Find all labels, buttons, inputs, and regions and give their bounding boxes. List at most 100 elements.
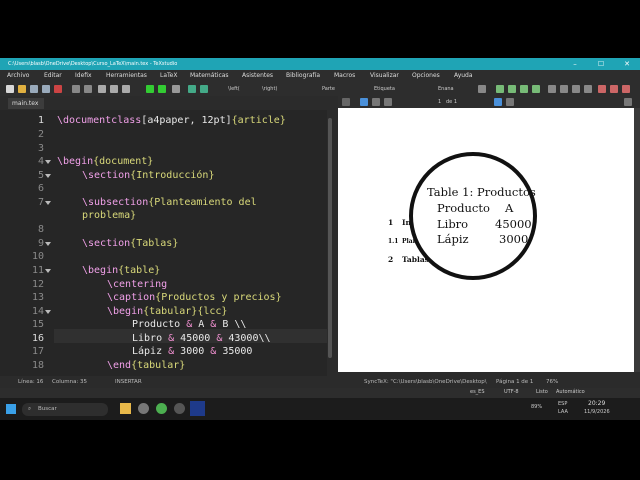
taskbar-app-icon[interactable] bbox=[138, 403, 149, 414]
menu-herramientas[interactable]: Herramientas bbox=[106, 70, 147, 82]
code-line-9: \section{Tablas} bbox=[82, 238, 179, 249]
pdf-toolbar: 1 de 1 bbox=[338, 96, 640, 108]
math-icon[interactable] bbox=[598, 85, 606, 93]
keyboard-language[interactable]: ESP bbox=[558, 401, 567, 407]
ready-indicator: Listo bbox=[536, 389, 548, 395]
menu-ayuda[interactable]: Ayuda bbox=[454, 70, 473, 82]
menu-archivo[interactable]: Archivo bbox=[7, 70, 29, 82]
pdf-scrollbar[interactable] bbox=[634, 108, 640, 372]
menu-visualizar[interactable]: Visualizar bbox=[370, 70, 399, 82]
pdf-page-input[interactable]: 1 bbox=[438, 96, 441, 108]
code-line-7: \subsection{Planteamiento del bbox=[82, 197, 257, 208]
fit-page-icon[interactable] bbox=[506, 98, 514, 106]
view-log-icon[interactable] bbox=[200, 85, 208, 93]
file-explorer-icon[interactable] bbox=[120, 403, 131, 414]
redo-icon[interactable] bbox=[84, 85, 92, 93]
menu-macros[interactable]: Macros bbox=[334, 70, 355, 82]
pdf-sync-icon[interactable] bbox=[360, 98, 368, 106]
copy-icon[interactable] bbox=[98, 85, 106, 93]
windows-start-icon[interactable] bbox=[6, 404, 16, 414]
new-file-icon[interactable] bbox=[6, 85, 14, 93]
right-delimiter-combo[interactable]: \right) bbox=[262, 83, 277, 95]
math-icon-2[interactable] bbox=[610, 85, 618, 93]
paste-icon[interactable] bbox=[122, 85, 130, 93]
stop-icon[interactable] bbox=[172, 85, 180, 93]
pdf-page: 1 Intr 1.1 Plantea 2 Tablas Table 1: Pro… bbox=[338, 108, 634, 372]
format-icon-3[interactable] bbox=[572, 85, 580, 93]
table-cell: 45000 bbox=[495, 217, 532, 231]
table-icon-2[interactable] bbox=[508, 85, 516, 93]
open-file-icon[interactable] bbox=[18, 85, 26, 93]
undo-icon[interactable] bbox=[72, 85, 80, 93]
windows-taskbar: ⌕ Buscar 89% ESP LAA 20:29 11/9/2026 bbox=[0, 398, 640, 420]
search-icon: ⌕ bbox=[28, 406, 32, 412]
table-icon[interactable] bbox=[496, 85, 504, 93]
encoding-indicator[interactable]: UTF-8 bbox=[504, 387, 519, 397]
fold-toggle-icon[interactable] bbox=[45, 242, 51, 246]
fold-toggle-icon[interactable] bbox=[45, 160, 51, 164]
menu-editar[interactable]: Editar bbox=[44, 70, 62, 82]
line-number: 15 bbox=[31, 319, 44, 330]
texstudio-icon[interactable] bbox=[190, 401, 205, 416]
code-line-11: \begin{table} bbox=[82, 265, 161, 276]
title-bar: C:\Users\blasb\OneDrive\Desktop\Curso_La… bbox=[0, 58, 640, 70]
fit-width-icon[interactable] bbox=[494, 98, 502, 106]
taskbar-app-icon[interactable] bbox=[174, 403, 185, 414]
chrome-icon[interactable] bbox=[156, 403, 167, 414]
save-all-icon[interactable] bbox=[42, 85, 50, 93]
fold-toggle-icon[interactable] bbox=[45, 174, 51, 178]
menu-opciones[interactable]: Opciones bbox=[412, 70, 440, 82]
line-number: 17 bbox=[31, 346, 44, 357]
pdf-menu-icon[interactable] bbox=[342, 98, 350, 106]
format-icon[interactable] bbox=[548, 85, 556, 93]
code-line-18: \end{tabular} bbox=[107, 360, 186, 371]
auto-indicator: Automático bbox=[556, 389, 585, 395]
pdf-viewer[interactable]: 1 Intr 1.1 Plantea 2 Tablas Table 1: Pro… bbox=[338, 108, 634, 372]
table-icon-4[interactable] bbox=[532, 85, 540, 93]
save-icon[interactable] bbox=[30, 85, 38, 93]
clock-time[interactable]: 20:29 bbox=[588, 400, 605, 407]
left-delimiter-combo[interactable]: \left( bbox=[228, 83, 240, 95]
code-editor[interactable]: 1 2 3 4 5 6 7 8 9 10 11 12 13 14 15 16 1… bbox=[0, 110, 333, 376]
label-combo[interactable]: Etiqueta bbox=[374, 83, 395, 95]
fold-toggle-icon[interactable] bbox=[45, 269, 51, 273]
view-pdf-icon[interactable] bbox=[188, 85, 196, 93]
table-icon-3[interactable] bbox=[520, 85, 528, 93]
synctex-path: SyncTeX: "C:\Users\blasb\OneDrive\Deskto… bbox=[364, 379, 487, 385]
code-line-4: \begin{document} bbox=[57, 156, 154, 167]
format-icon-4[interactable] bbox=[584, 85, 592, 93]
part-combo[interactable]: Parte bbox=[322, 83, 335, 95]
zoom-in-icon[interactable] bbox=[384, 98, 392, 106]
compile-icon[interactable] bbox=[158, 85, 166, 93]
build-and-view-icon[interactable] bbox=[146, 85, 154, 93]
pdf-close-icon[interactable] bbox=[624, 98, 632, 106]
pdf-page-total: de 1 bbox=[446, 99, 458, 105]
minimize-button[interactable]: – bbox=[562, 58, 588, 70]
bottom-status-strip: es_ES UTF-8 Listo Automático bbox=[0, 388, 640, 398]
zoom-out-icon[interactable] bbox=[372, 98, 380, 106]
fold-toggle-icon[interactable] bbox=[45, 201, 51, 205]
taskbar-search-box[interactable]: ⌕ Buscar bbox=[22, 403, 108, 416]
maximize-button[interactable]: ☐ bbox=[588, 58, 614, 70]
close-button[interactable]: ✕ bbox=[614, 58, 640, 70]
line-number: 1 bbox=[37, 115, 44, 126]
close-file-icon[interactable] bbox=[54, 85, 62, 93]
math-icon-3[interactable] bbox=[622, 85, 630, 93]
menu-idefix[interactable]: Idefix bbox=[75, 70, 92, 82]
main-toolbar: \left( \right) Parte Etiqueta Enana bbox=[0, 82, 640, 96]
menu-latex[interactable]: LaTeX bbox=[160, 70, 177, 82]
menu-bar: Archivo Editar Idefix Herramientas LaTeX… bbox=[0, 70, 640, 82]
cursor-line: Línea: 16 bbox=[18, 379, 44, 385]
language-indicator[interactable]: es_ES bbox=[470, 387, 485, 397]
tab-main-tex[interactable]: main.tex bbox=[8, 98, 44, 109]
menu-asistentes[interactable]: Asistentes bbox=[242, 70, 273, 82]
size-combo[interactable]: Enana bbox=[438, 83, 454, 95]
menu-bibliografia[interactable]: Bibliografía bbox=[286, 70, 320, 82]
cut-icon[interactable] bbox=[110, 85, 118, 93]
bold-icon[interactable] bbox=[478, 85, 486, 93]
menu-matematicas[interactable]: Matemáticas bbox=[190, 70, 229, 82]
format-icon-2[interactable] bbox=[560, 85, 568, 93]
editor-scrollbar-thumb[interactable] bbox=[328, 118, 332, 358]
line-number: 3 bbox=[37, 143, 44, 154]
fold-toggle-icon[interactable] bbox=[45, 310, 51, 314]
